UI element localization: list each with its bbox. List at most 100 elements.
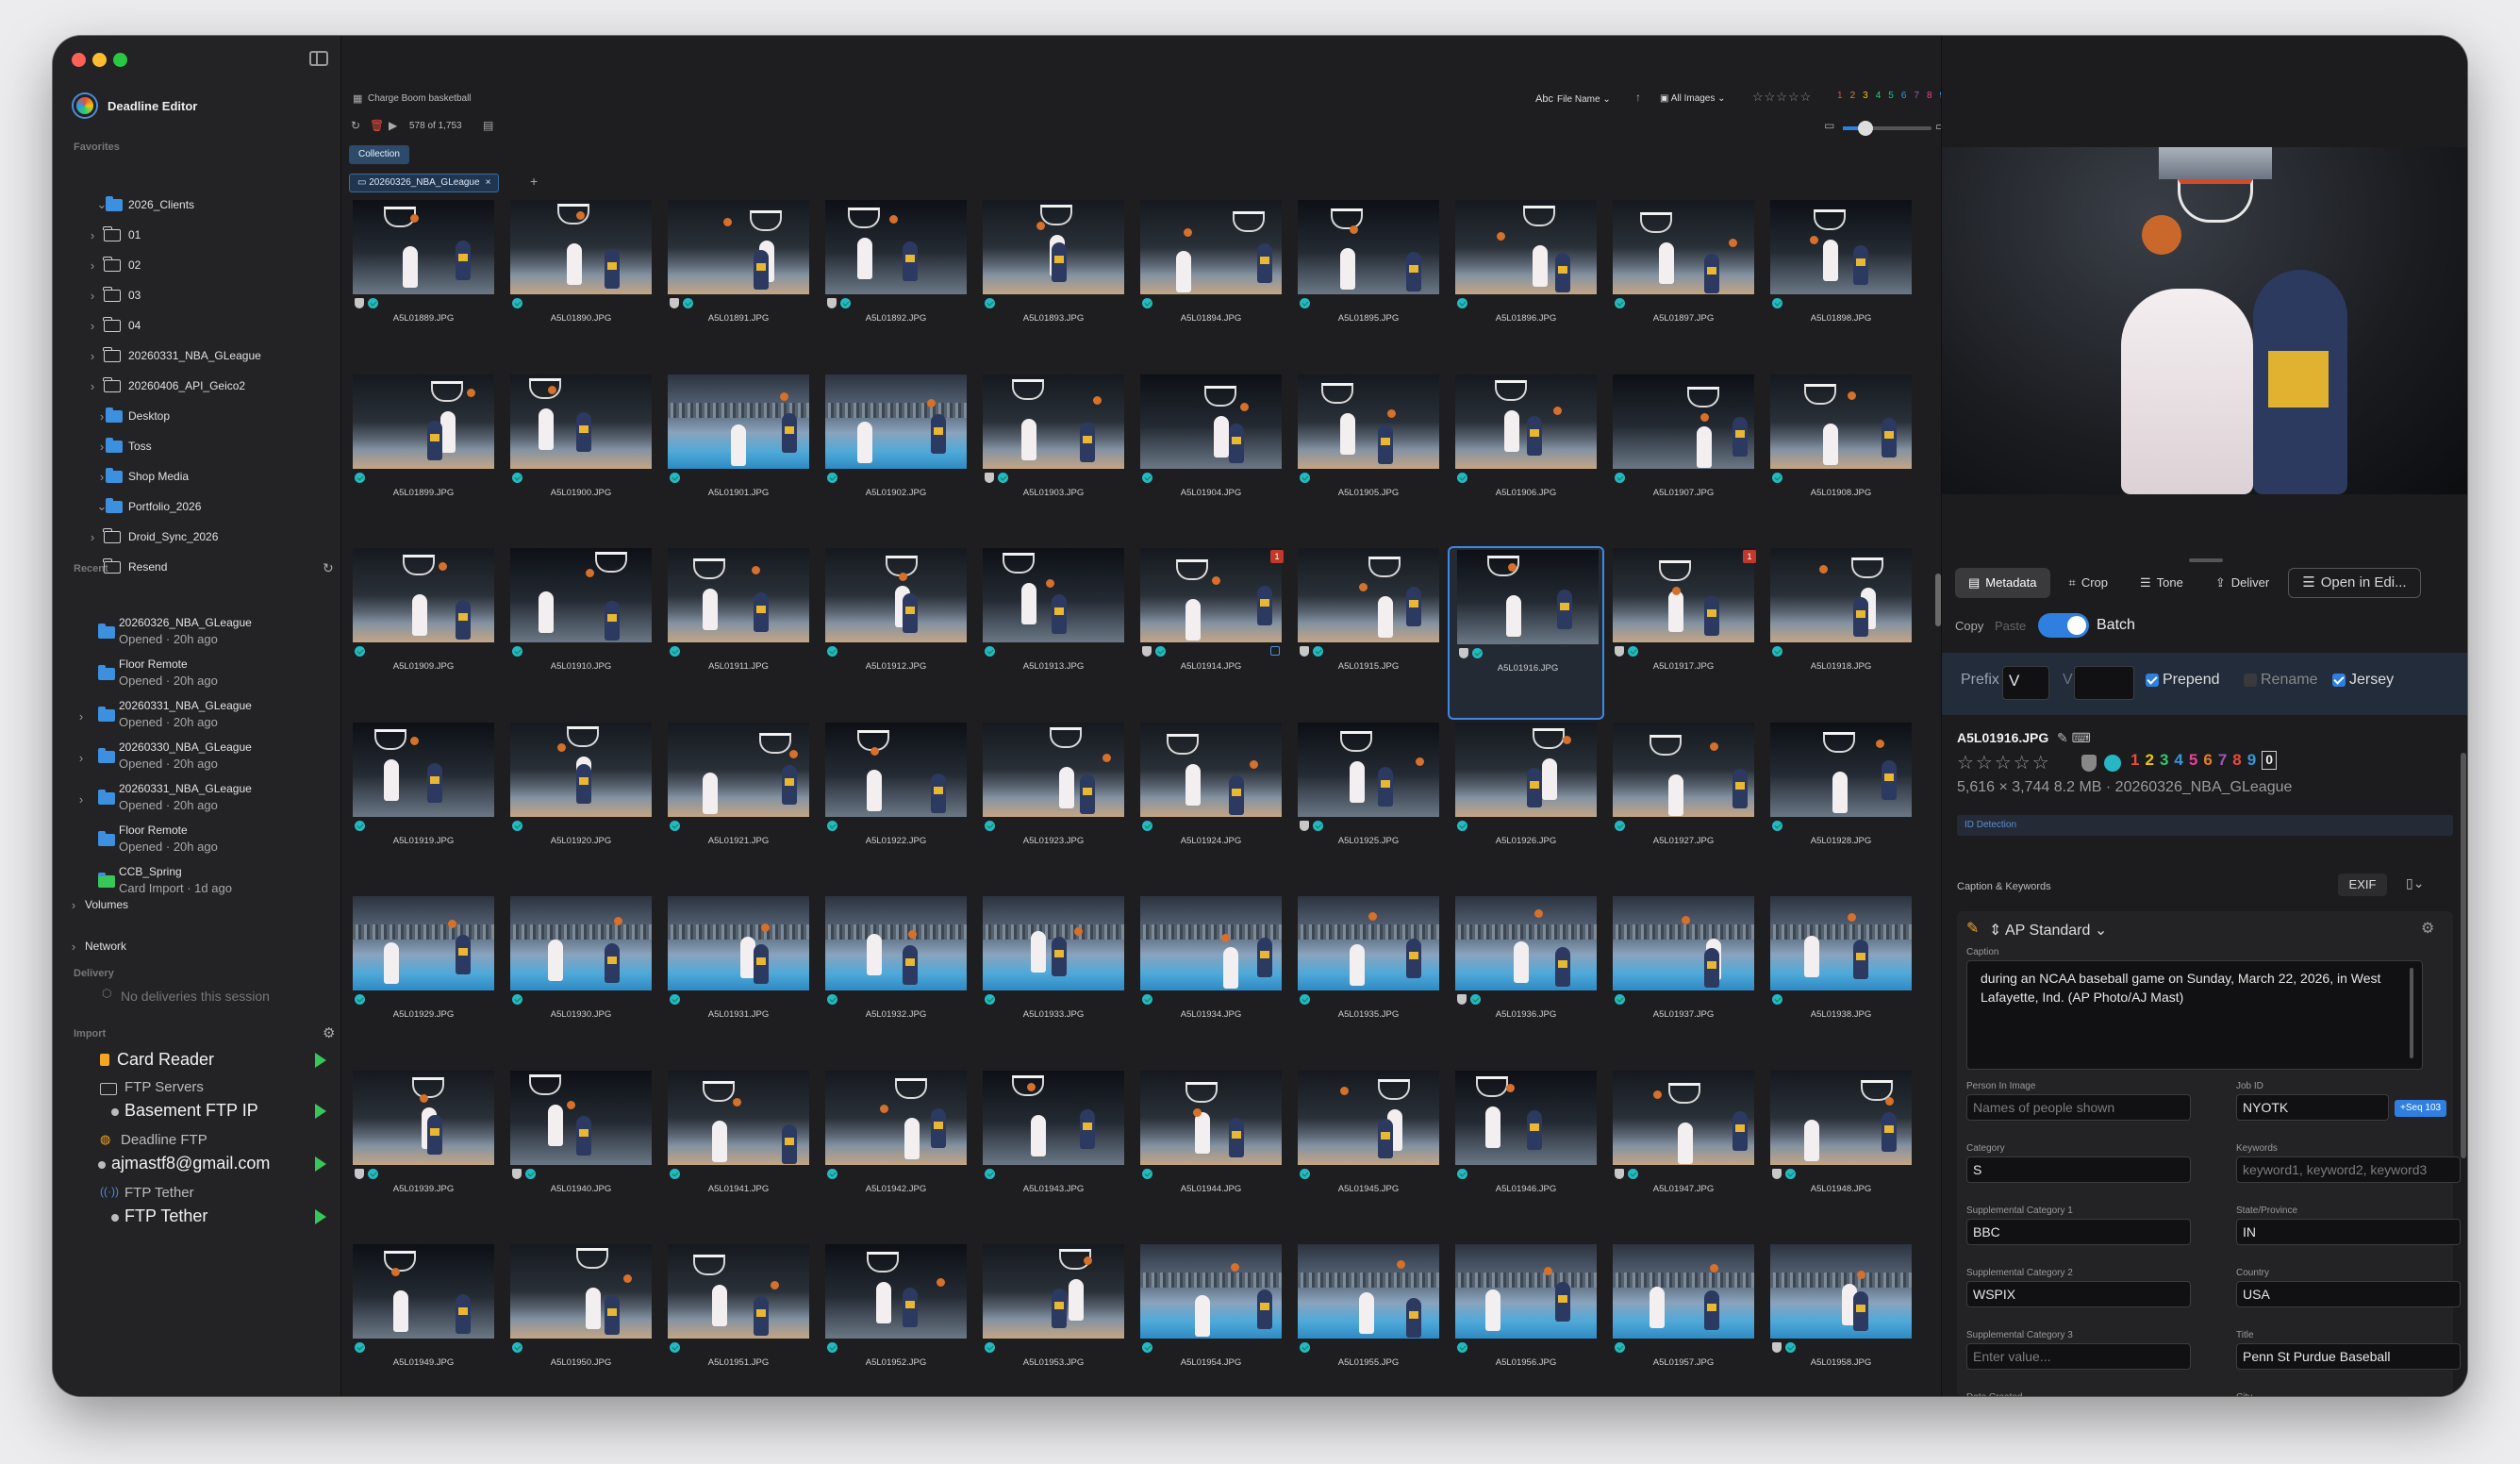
thumbnail-image[interactable] <box>1140 200 1282 294</box>
thumbnail-cell[interactable]: A5L01916.JPG <box>1448 546 1604 720</box>
thumbnail-image[interactable] <box>1298 1070 1439 1165</box>
thumbnail-cell[interactable]: A5L01921.JPG <box>660 721 817 894</box>
thumbnail-cell[interactable]: A5L01954.JPG <box>1133 1242 1289 1396</box>
thumbnail-cell[interactable]: A5L01953.JPG <box>975 1242 1132 1396</box>
rating-stars[interactable]: ☆☆☆☆☆ <box>1957 751 2051 774</box>
edit-pencil-icon[interactable]: ✎ ⌨ <box>2057 730 2091 746</box>
thumbnail-cell[interactable]: A5L01912.JPG <box>818 546 974 720</box>
thumbnail-image[interactable] <box>1455 1070 1597 1165</box>
color-labels[interactable]: 1234567890 <box>2130 751 2282 770</box>
color-label-3[interactable]: 3 <box>2160 751 2168 770</box>
template-dropdown[interactable]: ⇕ AP Standard ⌄ <box>1989 921 2107 940</box>
color-label-9[interactable]: 9 <box>2247 751 2256 770</box>
thumbnail-image[interactable] <box>1770 722 1912 817</box>
thumbnail-image[interactable] <box>353 374 494 469</box>
thumbnail-image[interactable] <box>668 1070 809 1165</box>
field-input[interactable]: Enter value... <box>1966 1343 2191 1370</box>
thumbnail-image[interactable] <box>510 1244 652 1339</box>
thumbnail-image[interactable] <box>353 548 494 642</box>
chevron-right-icon[interactable]: › <box>85 379 100 393</box>
thumbnail-image[interactable] <box>825 548 967 642</box>
thumbnail-image[interactable] <box>983 548 1124 642</box>
thumbnail-image[interactable] <box>1457 550 1599 644</box>
color-label-7[interactable]: 7 <box>1914 91 1919 101</box>
thumbnail-image[interactable] <box>1613 1244 1754 1339</box>
thumbnail-cell[interactable]: A5L01924.JPG <box>1133 721 1289 894</box>
thumbnail-image[interactable] <box>1140 1070 1282 1165</box>
color-label-1[interactable]: 1 <box>1837 91 1843 101</box>
sort-dropdown[interactable]: Abc File Name ⌄ <box>1535 93 1611 105</box>
thumbnail-image[interactable] <box>353 896 494 990</box>
thumbnail-image[interactable] <box>353 1244 494 1339</box>
tree-item[interactable]: ⌄ Portfolio_2026 <box>53 492 341 521</box>
thumbnail-cell[interactable]: A5L01950.JPG <box>503 1242 659 1396</box>
thumbnail-image[interactable] <box>1140 896 1282 990</box>
field-input[interactable]: WSPIX <box>1966 1281 2191 1307</box>
thumbnail-cell[interactable]: A5L01948.JPG <box>1763 1069 1915 1242</box>
import-settings-gear-icon[interactable]: ⚙ <box>323 1024 335 1041</box>
chevron-right-icon[interactable]: › <box>85 228 100 242</box>
caption-settings-gear-icon[interactable]: ⚙ <box>2421 919 2434 938</box>
rating-filter-stars[interactable]: ☆☆☆☆☆ <box>1752 90 1812 105</box>
thumbnail-image[interactable] <box>1613 374 1754 469</box>
thumbnail-image[interactable] <box>1613 1070 1754 1165</box>
chevron-right-icon[interactable]: › <box>74 792 89 807</box>
thumbnail-image[interactable] <box>1298 1244 1439 1339</box>
thumbnail-cell[interactable]: A5L01928.JPG <box>1763 721 1915 894</box>
field-input[interactable]: keyword1, keyword2, keyword3 <box>2236 1156 2461 1183</box>
thumbnail-cell[interactable]: A5L01932.JPG <box>818 894 974 1068</box>
thumbnail-image[interactable] <box>825 1070 967 1165</box>
thumbnail-cell[interactable]: A5L01918.JPG <box>1763 546 1915 720</box>
rename-checkbox[interactable]: Rename <box>2244 672 2317 689</box>
slideshow-icon[interactable]: ▶ <box>389 119 397 132</box>
recent-item[interactable]: › 20260331_NBA_GLeague Opened · 20h ago <box>53 779 341 821</box>
thumbnail-cell[interactable]: A5L01937.JPG <box>1605 894 1762 1068</box>
thumbnail-image[interactable] <box>1455 1244 1597 1339</box>
thumbnail-cell[interactable]: A5L01895.JPG <box>1290 198 1447 372</box>
thumbnail-image[interactable] <box>353 200 494 294</box>
exif-button[interactable]: EXIF <box>2338 873 2387 896</box>
thumbnail-image[interactable] <box>983 374 1124 469</box>
email-ftp-play-icon[interactable] <box>315 1156 326 1172</box>
thumbnail-cell[interactable]: A5L01941.JPG <box>660 1069 817 1242</box>
thumbnail-image[interactable] <box>1613 722 1754 817</box>
trash-icon[interactable]: 🗑 <box>370 119 384 132</box>
add-collection-icon[interactable]: + <box>530 174 538 189</box>
thumbnail-cell[interactable]: A5L01946.JPG <box>1448 1069 1604 1242</box>
filter-dropdown[interactable]: ▣ All Images ⌄ <box>1660 93 1726 104</box>
thumbnail-image[interactable] <box>983 200 1124 294</box>
color-label-0[interactable]: 0 <box>2262 751 2278 770</box>
thumbnail-image[interactable] <box>1613 896 1754 990</box>
basement-ftp-row[interactable]: Basement FTP IP <box>53 1098 341 1124</box>
pin-icon[interactable]: ✎ <box>1966 919 1979 938</box>
copy-button[interactable]: Copy <box>1955 619 1983 633</box>
thumbnail-image[interactable] <box>825 200 967 294</box>
thumbnail-cell[interactable]: A5L01938.JPG <box>1763 894 1915 1068</box>
tab-tone[interactable]: ☰ Tone <box>2127 568 2197 598</box>
thumbnail-cell[interactable]: A5L01934.JPG <box>1133 894 1289 1068</box>
thumbnail-cell[interactable]: A5L01893.JPG <box>975 198 1132 372</box>
thumbnail-image[interactable] <box>1298 374 1439 469</box>
refresh-recent-icon[interactable]: ↻ <box>323 560 334 576</box>
jersey-checkbox[interactable]: Jersey <box>2332 672 2394 689</box>
thumbnail-image[interactable] <box>1455 896 1597 990</box>
paste-button[interactable]: Paste <box>1995 619 2026 633</box>
thumbnail-image[interactable] <box>1455 374 1597 469</box>
thumbnail-cell[interactable]: A5L01943.JPG <box>975 1069 1132 1242</box>
field-input[interactable]: IN <box>2236 1219 2461 1245</box>
thumbnail-image[interactable] <box>510 200 652 294</box>
color-label-2[interactable]: 2 <box>1850 91 1856 101</box>
thumbnail-image[interactable] <box>1140 374 1282 469</box>
color-label-2[interactable]: 2 <box>2145 751 2153 770</box>
sidebar-toggle-icon[interactable] <box>309 51 328 66</box>
thumbnail-cell[interactable]: A5L01933.JPG <box>975 894 1132 1068</box>
thumbnail-cell[interactable]: A5L01901.JPG <box>660 373 817 546</box>
thumbnail-cell[interactable]: A5L01947.JPG <box>1605 1069 1762 1242</box>
thumbnail-cell[interactable]: A5L01930.JPG <box>503 894 659 1068</box>
network-row[interactable]: › Network <box>53 932 341 960</box>
thumbnail-image[interactable] <box>1140 548 1282 642</box>
chevron-right-icon[interactable]: › <box>85 530 100 544</box>
chevron-right-icon[interactable]: › <box>85 258 100 273</box>
tab-crop[interactable]: ⌗ Crop <box>2056 568 2122 598</box>
card-reader-play-icon[interactable] <box>315 1053 326 1068</box>
